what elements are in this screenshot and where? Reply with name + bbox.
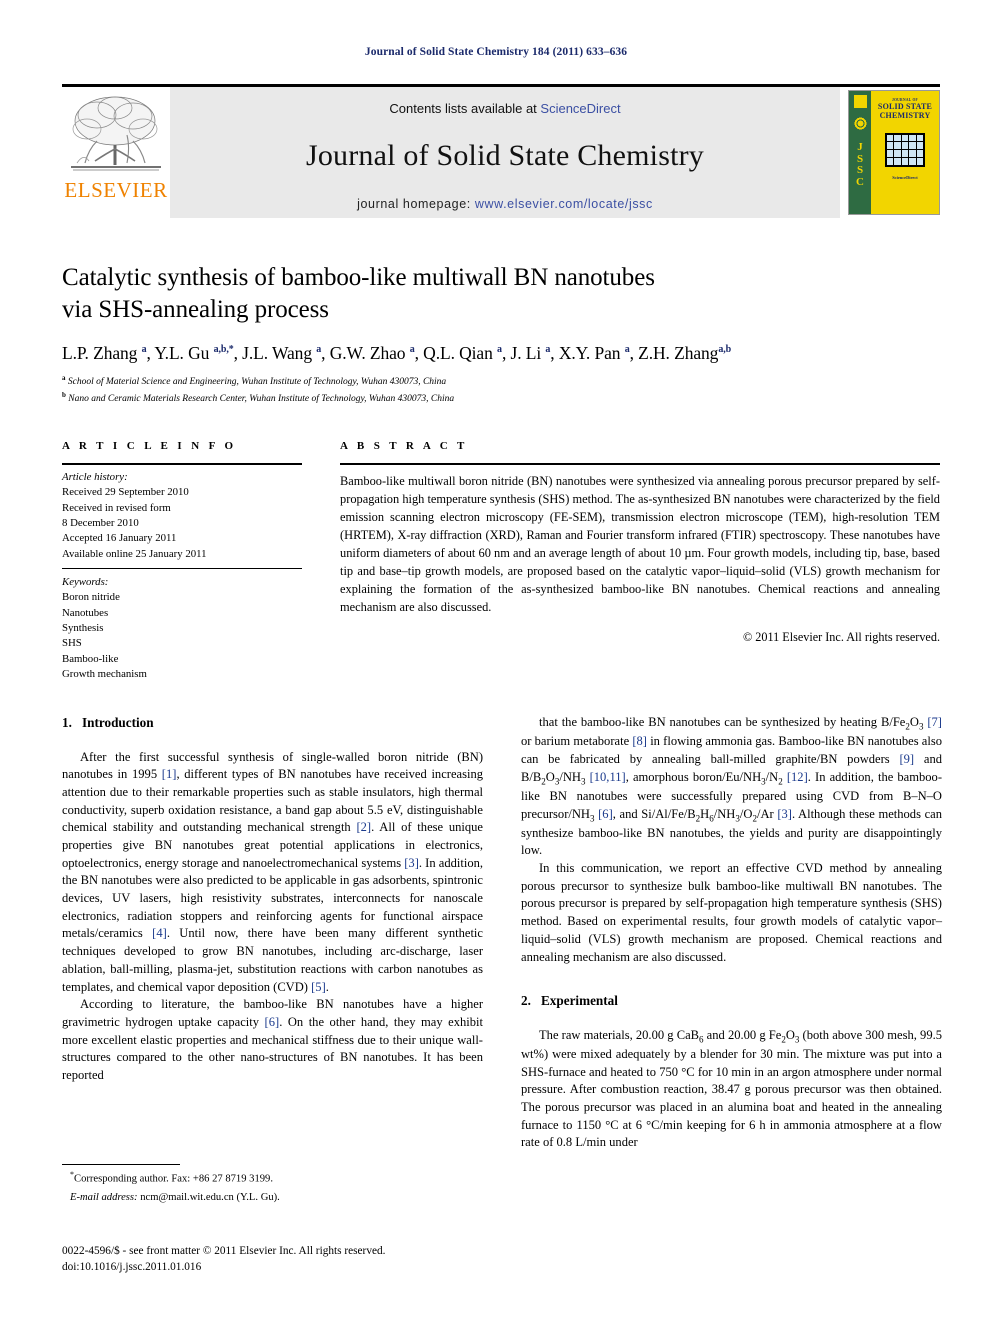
affiliation-b: b Nano and Ceramic Materials Research Ce… (62, 390, 455, 405)
intro-paragraph-3: that the bamboo-like BN nanotubes can be… (521, 715, 943, 858)
article-history-label: Article history: (62, 471, 128, 483)
elsevier-logo: ELSEVIER (62, 87, 170, 218)
corresponding-author-note: *Corresponding author. Fax: +86 27 8719 … (70, 1170, 274, 1185)
keyword-item: Boron nitride (62, 591, 120, 604)
cover-spine-letters: J S S C (849, 141, 871, 188)
keywords-label: Keywords: (62, 575, 109, 588)
journal-masthead: ELSEVIER Contents lists available at Sci… (62, 84, 940, 218)
cover-footer-brand-text: ScienceDirect (892, 174, 918, 180)
article-info-rule (62, 463, 302, 465)
cover-spine: J S S C (849, 91, 871, 214)
article-info-heading: A R T I C L E I N F O (62, 440, 237, 452)
intro-paragraph-4: In this communication, we report an effe… (521, 861, 942, 964)
keyword-item: Nanotubes (62, 606, 109, 619)
article-title: Catalytic synthesis of bamboo-like multi… (62, 262, 942, 326)
abstract-heading: A B S T R A C T (340, 440, 468, 452)
section-number-1: 1. (62, 715, 72, 730)
article-title-line2: via SHS-annealing process (62, 296, 329, 323)
section-heading-experimental: 2. Experimental (521, 992, 942, 1011)
keyword-item: Growth mechanism (62, 667, 147, 680)
cover-title-line2: CHEMISTRY (879, 111, 931, 121)
affiliation-a: a School of Material Science and Enginee… (62, 374, 447, 388)
elsevier-wordmark: ELSEVIER (64, 178, 168, 202)
masthead-center: Contents lists available at ScienceDirec… (170, 87, 840, 218)
journal-cover-thumbnail[interactable]: J S S C JOURNAL OF SOLID STATE CHEMISTRY (840, 87, 940, 218)
intro-paragraph-1: After the first successful synthesis of … (62, 749, 484, 994)
cover-footer-brand: ScienceDirect (871, 175, 939, 181)
journal-homepage-line: journal homepage: www.elsevier.com/locat… (170, 197, 840, 211)
article-history: Article history: Received 29 September 2… (62, 470, 302, 562)
affiliation-b-text: Nano and Ceramic Materials Research Cent… (68, 394, 455, 405)
homepage-prefix: journal homepage: (357, 197, 475, 211)
issn-copyright-block: 0022-4596/$ - see front matter © 2011 El… (62, 1243, 492, 1276)
article-history-item: Available online 25 January 2011 (62, 547, 207, 560)
spine-letter-2: S (856, 164, 864, 177)
journal-title: Journal of Solid State Chemistry (305, 139, 705, 172)
abstract-rule (340, 463, 940, 465)
footnote-block: *Corresponding author. Fax: +86 27 8719 … (62, 1164, 483, 1206)
journal-homepage-link[interactable]: www.elsevier.com/locate/jssc (475, 197, 653, 211)
spine-letter-0: J (857, 141, 863, 153)
cover-lattice-graphic (885, 132, 925, 167)
article-info-rule-2 (62, 567, 302, 569)
abstract-column: A B S T R A C T Bamboo-like multiwall bo… (340, 440, 940, 645)
section-title-2: Experimental (541, 993, 618, 1009)
abstract-copyright: © 2011 Elsevier Inc. All rights reserved… (743, 629, 940, 644)
section-title-1: Introduction (82, 715, 154, 730)
keywords-block: Keywords: Boron nitride Nanotubes Synthe… (62, 575, 302, 682)
keyword-item: Synthesis (62, 621, 104, 634)
cover-front: JOURNAL OF SOLID STATE CHEMISTRY Science… (871, 91, 939, 214)
keyword-item: SHS (62, 637, 82, 650)
elsevier-tree-icon (71, 96, 161, 171)
sciencedirect-link[interactable]: ScienceDirect (540, 101, 620, 116)
author-list: L.P. Zhang a, Y.L. Gu a,b,*, J.L. Wang a… (62, 343, 732, 363)
contents-prefix: Contents lists available at (389, 101, 541, 116)
elsevier-tree-mark-icon (853, 95, 867, 108)
article-info-column: A R T I C L E I N F O Article history: R… (62, 440, 302, 682)
body-columns: 1. Introduction After the first successfu… (62, 714, 942, 1184)
cover-box: J S S C JOURNAL OF SOLID STATE CHEMISTRY (848, 90, 940, 215)
affiliations: a School of Material Science and Enginee… (62, 373, 942, 407)
issn-line: 0022-4596/$ - see front matter © 2011 El… (62, 1245, 386, 1257)
affiliation-a-text: School of Material Science and Engineeri… (67, 377, 447, 388)
experimental-paragraph-1: The raw materials, 20.00 g CaB6 and 20.0… (521, 1027, 943, 1150)
email-address-note: E-mail address: ncm@mail.wit.edu.cn (Y.L… (70, 1192, 280, 1204)
running-head: Journal of Solid State Chemistry 184 (20… (364, 46, 628, 58)
keyword-item: Bamboo-like (62, 652, 119, 665)
section-heading-introduction: 1. Introduction (62, 714, 483, 733)
section-number-2: 2. (521, 993, 531, 1009)
spine-letter-3: C (856, 175, 864, 188)
body-column-left: 1. Introduction After the first successfu… (62, 714, 483, 1184)
globe-icon (853, 117, 867, 130)
footnote-rule (62, 1164, 180, 1165)
cover-journal-title: JOURNAL OF SOLID STATE CHEMISTRY (871, 91, 939, 121)
doi-line: doi:10.1016/j.jssc.2011.01.016 (62, 1261, 202, 1274)
article-history-item: 8 December 2010 (62, 516, 139, 529)
article-history-item: Accepted 16 January 2011 (62, 532, 177, 545)
cover-title-line1: SOLID STATE (877, 102, 933, 112)
article-history-item: Received 29 September 2010 (62, 486, 189, 499)
intro-paragraph-2: According to literature, the bamboo-like… (62, 997, 483, 1082)
article-history-item: Received in revised form (62, 501, 171, 514)
abstract-text: Bamboo-like multiwall boron nitride (BN)… (340, 474, 940, 614)
body-column-right: that the bamboo-like BN nanotubes can be… (521, 714, 942, 1184)
contents-lists-line: Contents lists available at ScienceDirec… (170, 87, 840, 116)
article-title-line1: Catalytic synthesis of bamboo-like multi… (62, 264, 655, 291)
title-block: Catalytic synthesis of bamboo-like multi… (62, 262, 942, 407)
paper-page: Journal of Solid State Chemistry 184 (20… (0, 0, 992, 1323)
